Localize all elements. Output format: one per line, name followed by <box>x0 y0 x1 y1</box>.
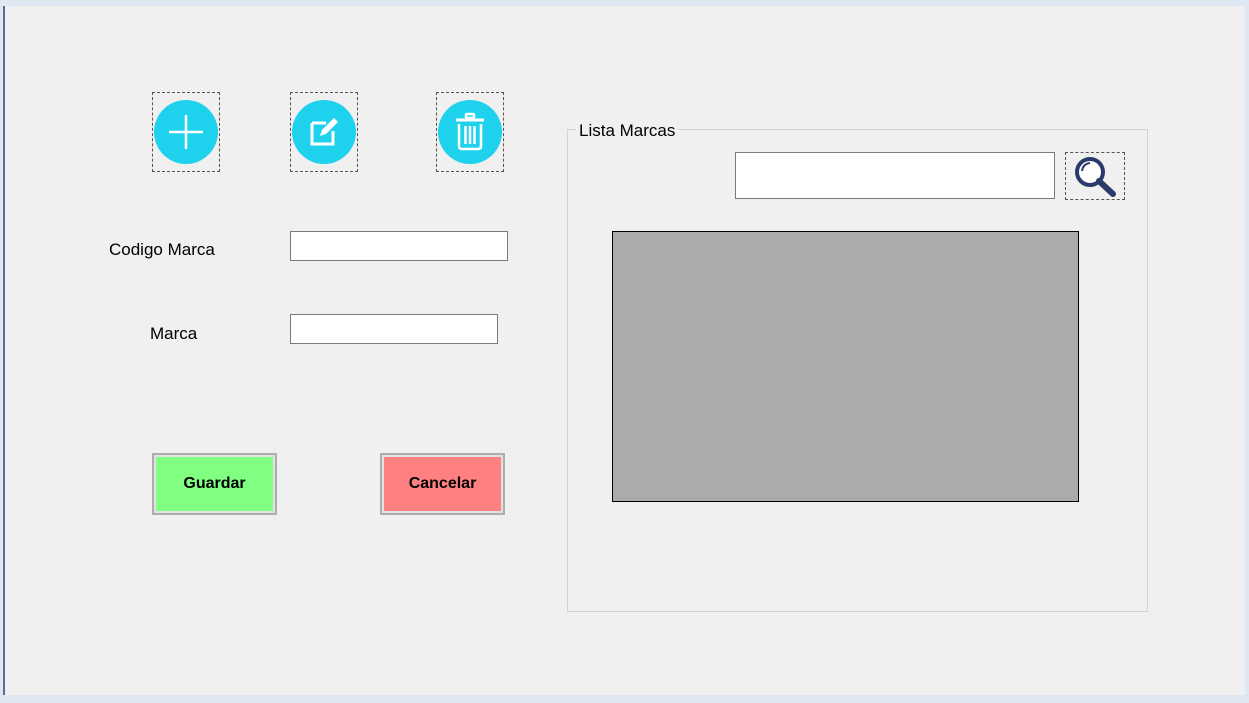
marca-input[interactable] <box>290 314 498 344</box>
add-button[interactable] <box>152 92 220 172</box>
edit-icon <box>292 100 356 164</box>
guardar-button-label: Guardar <box>156 457 273 511</box>
cancelar-button-label: Cancelar <box>384 457 501 511</box>
marcas-data-grid[interactable] <box>612 231 1079 502</box>
search-input[interactable] <box>735 152 1055 199</box>
guardar-button[interactable]: Guardar <box>152 453 277 515</box>
magnifier-icon <box>1075 157 1116 197</box>
delete-button[interactable] <box>436 92 504 172</box>
codigo-marca-label: Codigo Marca <box>109 240 215 259</box>
search-button[interactable] <box>1065 152 1125 200</box>
edit-button[interactable] <box>290 92 358 172</box>
plus-icon <box>154 100 218 164</box>
main-window: Codigo Marca Marca Guardar Cancelar List… <box>3 6 1245 695</box>
marca-label: Marca <box>150 324 198 343</box>
lista-marcas-title: Lista Marcas <box>576 121 679 141</box>
trash-icon <box>438 100 502 164</box>
cancelar-button[interactable]: Cancelar <box>380 453 505 515</box>
codigo-marca-input[interactable] <box>290 231 508 261</box>
